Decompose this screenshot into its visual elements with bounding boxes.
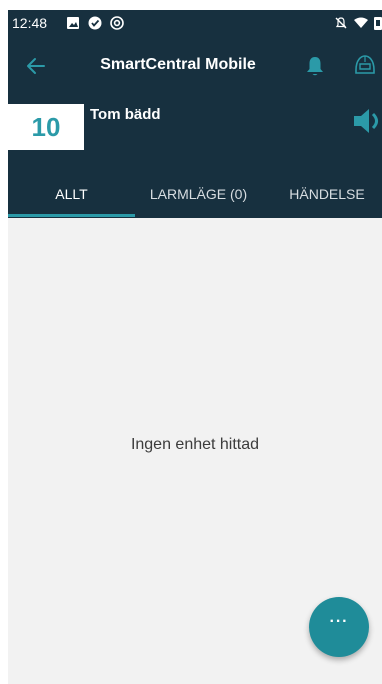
notifications-off-icon — [335, 17, 347, 29]
check-circle-icon — [88, 16, 102, 30]
speaker-icon[interactable] — [352, 106, 382, 136]
app-screen: 12:48 SmartCentral Mobile 10 Tom bädd AL… — [8, 10, 382, 684]
bed-number: 10 — [8, 104, 84, 150]
app-title: SmartCentral Mobile — [100, 56, 256, 73]
wifi-icon — [354, 17, 368, 28]
empty-state-message: Ingen enhet hittad — [130, 436, 260, 453]
tab-allt[interactable]: ALLT — [8, 178, 135, 218]
status-bar: 12:48 — [8, 10, 382, 36]
tab-handelse[interactable]: HÄNDELSE — [262, 178, 382, 218]
battery-icon — [374, 17, 382, 30]
bed-name: Tom bädd — [90, 106, 161, 123]
tab-larmlage[interactable]: LARMLÄGE (0) — [135, 178, 262, 218]
image-icon — [67, 17, 79, 29]
more-actions-button[interactable]: ··· — [309, 597, 369, 657]
helmet-icon[interactable] — [352, 52, 378, 78]
bed-header: 10 Tom bädd — [8, 96, 382, 178]
status-time: 12:48 — [12, 15, 48, 31]
at-sign-icon — [110, 16, 124, 30]
more-horizontal-icon: ··· — [329, 613, 349, 630]
bell-icon[interactable] — [303, 54, 327, 78]
active-tab-indicator — [8, 214, 135, 217]
app-bar: SmartCentral Mobile — [8, 36, 382, 96]
tab-bar: ALLT LARMLÄGE (0) HÄNDELSE — [8, 178, 382, 218]
